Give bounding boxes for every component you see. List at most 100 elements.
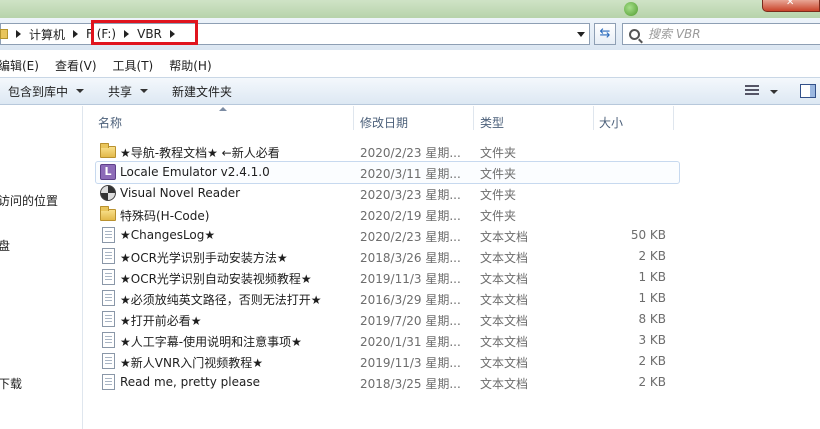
file-type: 文件夹 [480, 146, 517, 160]
file-type: 文件夹 [480, 167, 517, 181]
preview-pane-icon[interactable] [800, 84, 816, 98]
command-toolbar: 包含到库中 共享 新建文件夹 [0, 77, 820, 105]
file-type: 文本文档 [480, 230, 529, 244]
list-item[interactable]: Visual Novel Reader 2020/3/23 星期... 文件夹 [86, 183, 820, 204]
list-item[interactable]: ★OCR光学识别自动安装视频教程★ 2019/11/3 星期... 文本文档 1… [86, 267, 820, 288]
file-size: 2 KB [638, 249, 666, 263]
vnr-icon [100, 185, 116, 201]
navigation-pane: 访问的位置 盘 下载 [0, 106, 82, 429]
file-name: Read me, pretty please [120, 375, 260, 389]
list-item[interactable]: ★人工字幕-使用说明和注意事项★ 2020/1/31 星期... 文本文档 3 … [86, 330, 820, 351]
file-date: 2018/3/25 星期... [360, 377, 461, 391]
file-type: 文本文档 [480, 314, 529, 328]
file-date: 2020/2/23 星期... [360, 230, 461, 244]
nav-item-recent-places[interactable]: 访问的位置 [0, 192, 58, 209]
text-file-icon [102, 290, 115, 306]
address-bar[interactable]: 计算机 F (F:) VBR [0, 23, 590, 45]
file-size: 50 KB [630, 228, 666, 242]
file-name: Visual Novel Reader [120, 186, 241, 200]
list-item[interactable]: 特殊码(H-Code) 2020/2/19 星期... 文件夹 [86, 204, 820, 225]
share-button[interactable]: 共享 [108, 83, 149, 100]
file-type: 文本文档 [480, 377, 529, 391]
file-name: ★打开前必看★ [120, 314, 202, 328]
column-name[interactable]: 名称 [98, 114, 122, 131]
file-type: 文本文档 [480, 356, 529, 370]
text-file-icon [102, 353, 115, 369]
new-folder-label: 新建文件夹 [172, 84, 233, 99]
column-header-row: 名称 修改日期 类型 大小 [86, 106, 820, 136]
file-date: 2019/11/3 星期... [360, 272, 461, 286]
column-type[interactable]: 类型 [480, 114, 504, 131]
file-date: 2020/2/23 星期... [360, 146, 461, 160]
file-name: ★必须放纯英文路径，否则无法打开★ [120, 293, 322, 307]
search-icon [629, 28, 640, 40]
refresh-button[interactable]: ⇆ [594, 23, 616, 45]
breadcrumb-computer[interactable]: 计算机 [29, 26, 65, 43]
column-separator[interactable] [673, 106, 674, 130]
locale-emulator-icon: L [100, 164, 116, 180]
chevron-right-icon[interactable] [73, 30, 79, 38]
file-date: 2019/11/3 星期... [360, 356, 461, 370]
column-separator[interactable] [473, 106, 474, 130]
include-in-library-button[interactable]: 包含到库中 [8, 83, 85, 100]
file-size: 1 KB [638, 291, 666, 305]
list-item[interactable]: ★打开前必看★ 2019/7/20 星期... 文本文档 8 KB [86, 309, 820, 330]
pane-divider[interactable] [82, 106, 83, 429]
folder-icon [0, 29, 8, 39]
folder-icon [100, 143, 116, 158]
menu-view[interactable]: 查看(V) [55, 57, 97, 74]
text-file-icon [102, 374, 115, 390]
file-type: 文本文档 [480, 335, 529, 349]
search-input[interactable] [648, 27, 798, 41]
search-box[interactable] [622, 23, 820, 45]
nav-item-disk[interactable]: 盘 [0, 237, 10, 254]
text-file-icon [102, 332, 115, 348]
menu-tools[interactable]: 工具(T) [113, 57, 154, 74]
refresh-icon: ⇆ [599, 26, 611, 41]
sort-ascending-icon [219, 107, 227, 111]
menu-help[interactable]: 帮助(H) [169, 57, 211, 74]
file-size: 3 KB [638, 333, 666, 347]
text-file-icon [102, 248, 115, 264]
text-file-icon [102, 311, 115, 327]
file-name: Locale Emulator v2.4.1.0 [120, 165, 270, 179]
list-item[interactable]: ★新人VNR入门视频教程★ 2019/11/3 星期... 文本文档 2 KB [86, 351, 820, 372]
list-item[interactable]: Read me, pretty please 2018/3/25 星期... 文… [86, 372, 820, 393]
list-item[interactable]: ★必须放纯英文路径，否则无法打开★ 2016/3/29 星期... 文本文档 1… [86, 288, 820, 309]
file-list: 名称 修改日期 类型 大小 ★导航-教程文档★ ←新人必看 2020/2/23 … [86, 106, 820, 429]
include-in-library-label: 包含到库中 [8, 84, 69, 99]
file-date: 2020/3/23 星期... [360, 188, 461, 202]
chevron-right-icon[interactable] [16, 30, 21, 38]
new-folder-button[interactable]: 新建文件夹 [172, 83, 232, 100]
file-name: ★人工字幕-使用说明和注意事项★ [120, 335, 302, 349]
file-date: 2016/3/29 星期... [360, 293, 461, 307]
chevron-down-icon [140, 89, 149, 93]
column-date[interactable]: 修改日期 [360, 114, 408, 131]
file-name: ★OCR光学识别手动安装方法★ [120, 251, 288, 265]
file-name: ★导航-教程文档★ ←新人必看 [120, 146, 280, 160]
menu-edit[interactable]: 编辑(E) [0, 57, 39, 74]
view-options-icon[interactable] [745, 85, 759, 97]
column-separator[interactable] [593, 106, 594, 130]
file-name: ★ChangesLog★ [120, 228, 216, 242]
file-date: 2020/1/31 星期... [360, 335, 461, 349]
file-date: 2018/3/26 星期... [360, 251, 461, 265]
list-item-selected[interactable]: L Locale Emulator v2.4.1.0 2020/3/11 星期.… [95, 161, 680, 184]
file-name: 特殊码(H-Code) [120, 209, 210, 223]
view-options-dropdown-icon[interactable] [770, 90, 778, 94]
menu-bar: 编辑(E) 查看(V) 工具(T) 帮助(H) [0, 54, 820, 76]
file-date: 2019/7/20 星期... [360, 314, 461, 328]
list-item[interactable]: ★ChangesLog★ 2020/2/23 星期... 文本文档 50 KB [86, 225, 820, 246]
text-file-icon [102, 269, 115, 285]
nav-item-downloads[interactable]: 下载 [0, 375, 22, 392]
address-history-dropdown-icon[interactable] [577, 32, 585, 37]
file-size: 2 KB [638, 375, 666, 389]
annotation-highlight-box [91, 20, 198, 45]
list-item[interactable]: ★导航-教程文档★ ←新人必看 2020/2/23 星期... 文件夹 [86, 141, 820, 162]
file-type: 文本文档 [480, 251, 529, 265]
list-item[interactable]: ★OCR光学识别手动安装方法★ 2018/3/26 星期... 文本文档 2 K… [86, 246, 820, 267]
column-size[interactable]: 大小 [599, 114, 623, 131]
close-window-button[interactable] [762, 0, 820, 12]
column-separator[interactable] [353, 106, 354, 130]
share-label: 共享 [108, 84, 133, 99]
